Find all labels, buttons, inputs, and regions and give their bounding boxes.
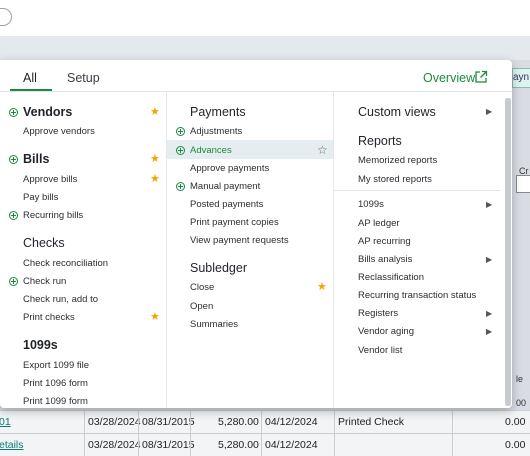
menu-item-vendor-aging[interactable]: Vendor aging xyxy=(358,326,414,337)
add-icon[interactable] xyxy=(176,146,185,155)
menu-item-bills-analysis[interactable]: Bills analysis xyxy=(358,254,412,265)
menu-item-approve-vendors[interactable]: Approve vendors xyxy=(23,126,95,137)
heading-bills[interactable]: Bills xyxy=(23,152,49,166)
row-date: 04/12/2024 xyxy=(265,416,318,428)
chevron-right-icon: ▶ xyxy=(486,309,493,318)
menu-item-check-run-add-to[interactable]: Check run, add to xyxy=(23,294,98,305)
menu-item-summaries[interactable]: Summaries xyxy=(190,319,238,330)
menu-item-view-payment-requests[interactable]: View payment requests xyxy=(190,235,289,246)
row-link[interactable]: etails xyxy=(0,439,24,451)
menu-item-recurring-bills[interactable]: Recurring bills xyxy=(23,210,83,221)
add-icon[interactable] xyxy=(9,211,18,220)
column-divider xyxy=(333,92,334,408)
menu-item-print-payment-copies[interactable]: Print payment copies xyxy=(190,217,279,228)
menu-item-advances[interactable]: Advances xyxy=(190,145,232,156)
table-row[interactable]: 01 03/28/2024 08/31/2015 5,280.00 04/12/… xyxy=(0,410,530,433)
menu-item-ap-recurring[interactable]: AP recurring xyxy=(358,236,411,247)
background-tab[interactable]: ayn xyxy=(512,68,530,88)
star-icon[interactable]: ★ xyxy=(150,312,160,323)
background-input[interactable] xyxy=(516,175,530,193)
row-total: 0.00 xyxy=(505,416,526,428)
menu-item-recurring-transaction-status[interactable]: Recurring transaction status xyxy=(358,290,476,301)
overview-link[interactable]: Overview xyxy=(423,71,475,85)
menu-item-1099s[interactable]: 1099s xyxy=(358,199,384,210)
table-row[interactable]: etails 03/28/2024 08/31/2015 5,280.00 04… xyxy=(0,433,530,456)
heading-1099s: 1099s xyxy=(23,338,58,352)
chevron-right-icon: ▶ xyxy=(486,327,493,336)
menu-item-approve-payments[interactable]: Approve payments xyxy=(190,163,269,174)
menu-item-approve-bills[interactable]: Approve bills xyxy=(23,174,77,185)
row-date: 08/31/2015 xyxy=(142,416,195,428)
top-toggle[interactable] xyxy=(0,8,12,26)
add-icon[interactable] xyxy=(9,277,18,286)
header-band xyxy=(0,36,530,60)
row-link[interactable]: 01 xyxy=(0,416,11,428)
top-bar xyxy=(0,0,530,36)
row-date: 03/28/2024 xyxy=(88,439,141,451)
menu-item-vendor-list[interactable]: Vendor list xyxy=(358,345,402,356)
star-icon[interactable]: ★ xyxy=(150,154,160,165)
heading-reports: Reports xyxy=(358,134,402,148)
star-icon[interactable]: ★ xyxy=(150,107,160,118)
chevron-right-icon: ▶ xyxy=(486,200,493,209)
heading-payments: Payments xyxy=(190,105,246,119)
menu-item-print-1096[interactable]: Print 1096 form xyxy=(23,378,88,389)
row-total: 0.00 xyxy=(505,439,526,451)
menu-item-adjustments[interactable]: Adjustments xyxy=(190,126,242,137)
heading-subledger: Subledger xyxy=(190,261,247,275)
chevron-right-icon: ▶ xyxy=(486,255,493,264)
row-amount: 5,280.00 xyxy=(218,439,259,451)
menu-item-my-stored-reports[interactable]: My stored reports xyxy=(358,174,432,185)
external-link-icon[interactable] xyxy=(474,70,488,84)
menu-item-export-1099[interactable]: Export 1099 file xyxy=(23,360,89,371)
ap-menu-panel: All Setup Overview Vendors ★ Approve ven… xyxy=(0,60,512,408)
menu-item-memorized-reports[interactable]: Memorized reports xyxy=(358,155,437,166)
heading-custom-views[interactable]: Custom views xyxy=(358,105,436,119)
background-fragment: 00 xyxy=(516,398,527,408)
menu-item-print-checks[interactable]: Print checks xyxy=(23,312,75,323)
menu-item-posted-payments[interactable]: Posted payments xyxy=(190,199,263,210)
heading-checks: Checks xyxy=(23,236,65,250)
star-icon[interactable]: ★ xyxy=(150,174,160,185)
scrollbar-thumb[interactable] xyxy=(505,98,511,406)
tab-all[interactable]: All xyxy=(23,71,37,85)
menu-item-pay-bills[interactable]: Pay bills xyxy=(23,192,58,203)
heading-vendors[interactable]: Vendors xyxy=(23,105,72,119)
star-icon[interactable]: ★ xyxy=(317,282,327,293)
row-date: 04/12/2024 xyxy=(265,439,318,451)
menu-item-open[interactable]: Open xyxy=(190,301,213,312)
add-icon[interactable] xyxy=(9,108,18,117)
menu-item-print-1099[interactable]: Print 1099 form xyxy=(23,396,88,407)
tabs-divider xyxy=(0,91,512,92)
row-date: 03/28/2024 xyxy=(88,416,141,428)
menu-item-ap-ledger[interactable]: AP ledger xyxy=(358,218,400,229)
menu-item-check-reconciliation[interactable]: Check reconciliation xyxy=(23,258,108,269)
add-icon[interactable] xyxy=(176,182,185,191)
background-fragment: le xyxy=(516,374,524,384)
row-type: Printed Check xyxy=(338,416,404,428)
add-icon[interactable] xyxy=(176,127,185,136)
tab-setup[interactable]: Setup xyxy=(67,71,100,85)
menu-item-registers[interactable]: Registers xyxy=(358,308,398,319)
chevron-right-icon: ▶ xyxy=(486,107,493,116)
menu-item-manual-payment[interactable]: Manual payment xyxy=(190,181,260,192)
menu-item-check-run[interactable]: Check run xyxy=(23,276,66,287)
add-icon[interactable] xyxy=(9,155,18,164)
menu-item-reclassification[interactable]: Reclassification xyxy=(358,272,424,283)
star-outline-icon[interactable]: ☆ xyxy=(317,144,328,156)
row-date: 08/31/2015 xyxy=(142,439,195,451)
row-amount: 5,280.00 xyxy=(218,416,259,428)
menu-item-close[interactable]: Close xyxy=(190,282,214,293)
section-divider xyxy=(334,190,500,191)
